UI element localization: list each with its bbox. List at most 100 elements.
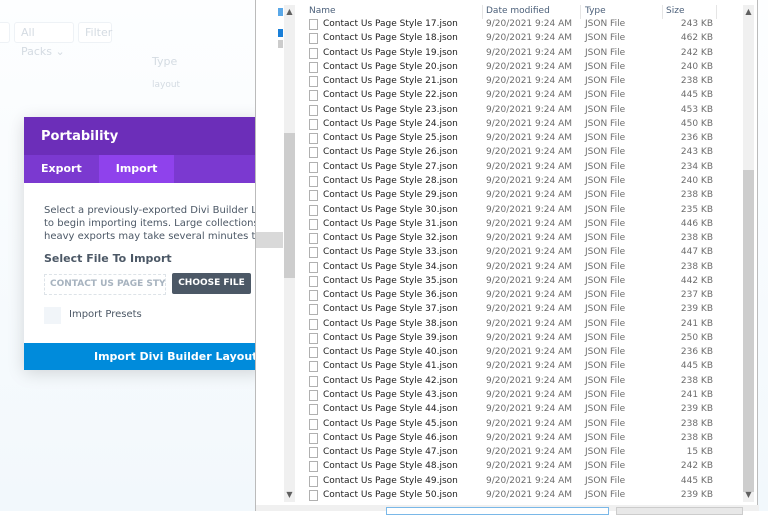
- file-row[interactable]: Contact Us Page Style 32.json 9/20/2021 9…: [296, 231, 743, 245]
- file-icon: [309, 175, 318, 187]
- file-row[interactable]: Contact Us Page Style 28.json 9/20/2021 9…: [296, 174, 743, 188]
- import-presets-label: Import Presets: [69, 309, 142, 320]
- file-row[interactable]: Contact Us Page Style 24.json 9/20/2021 9…: [296, 117, 743, 131]
- file-row[interactable]: Contact Us Page Style 34.json 9/20/2021 9…: [296, 260, 743, 274]
- file-icon: [309, 304, 318, 316]
- file-type: JSON File: [585, 233, 626, 244]
- file-list: Name ^ Date modified Type Size Contact U…: [296, 0, 743, 505]
- file-date: 9/20/2021 9:24 AM: [486, 247, 573, 258]
- file-type: JSON File: [585, 275, 626, 286]
- file-row[interactable]: Contact Us Page Style 44.json 9/20/2021 9…: [296, 402, 743, 416]
- file-row[interactable]: Contact Us Page Style 29.json 9/20/2021 9…: [296, 188, 743, 202]
- file-row[interactable]: Contact Us Page Style 50.json 9/20/2021 9…: [296, 488, 743, 502]
- file-row[interactable]: Contact Us Page Style 41.json 9/20/2021 9…: [296, 359, 743, 373]
- scroll-up-icon[interactable]: ▲: [743, 7, 754, 17]
- file-type: JSON File: [585, 475, 626, 486]
- file-row[interactable]: Contact Us Page Style 45.json 9/20/2021 9…: [296, 417, 743, 431]
- file-icon: [309, 418, 318, 430]
- file-row[interactable]: Contact Us Page Style 19.json 9/20/2021 9…: [296, 46, 743, 60]
- import-presets-checkbox[interactable]: [44, 307, 61, 324]
- file-name: Contact Us Page Style 24.json: [323, 118, 458, 129]
- file-type: JSON File: [585, 404, 626, 415]
- file-row[interactable]: Contact Us Page Style 43.json 9/20/2021 9…: [296, 388, 743, 402]
- network-icon: [278, 40, 283, 48]
- file-icon: [309, 190, 318, 202]
- file-name: Contact Us Page Style 26.json: [323, 147, 458, 158]
- file-row[interactable]: Contact Us Page Style 40.json 9/20/2021 9…: [296, 345, 743, 359]
- scroll-down-icon[interactable]: ▼: [284, 490, 295, 500]
- file-size: 237 KB: [680, 290, 713, 301]
- file-name: Contact Us Page Style 32.json: [323, 233, 458, 244]
- tab-import[interactable]: Import: [98, 155, 175, 183]
- file-icon: [309, 261, 318, 273]
- file-size: 446 KB: [680, 218, 713, 229]
- file-row[interactable]: Contact Us Page Style 30.json 9/20/2021 9…: [296, 203, 743, 217]
- file-row[interactable]: Contact Us Page Style 31.json 9/20/2021 9…: [296, 217, 743, 231]
- file-icon: [309, 404, 318, 416]
- file-date: 9/20/2021 9:24 AM: [486, 404, 573, 415]
- file-row[interactable]: Contact Us Page Style 27.json 9/20/2021 9…: [296, 160, 743, 174]
- file-row[interactable]: Contact Us Page Style 47.json 9/20/2021 9…: [296, 445, 743, 459]
- file-type-dropdown[interactable]: [616, 507, 743, 515]
- file-icon: [309, 332, 318, 344]
- file-date: 9/20/2021 9:24 AM: [486, 61, 573, 72]
- file-name: Contact Us Page Style 25.json: [323, 133, 458, 144]
- file-row[interactable]: Contact Us Page Style 22.json 9/20/2021 9…: [296, 88, 743, 102]
- file-name: Contact Us Page Style 45.json: [323, 418, 458, 429]
- file-list-scrollbar-thumb[interactable]: [743, 170, 754, 492]
- file-row[interactable]: Contact Us Page Style 48.json 9/20/2021 9…: [296, 459, 743, 473]
- file-size: 238 KB: [680, 418, 713, 429]
- file-row[interactable]: Contact Us Page Style 25.json 9/20/2021 9…: [296, 131, 743, 145]
- file-row[interactable]: Contact Us Page Style 33.json 9/20/2021 9…: [296, 245, 743, 259]
- file-date: 9/20/2021 9:24 AM: [486, 104, 573, 115]
- tab-export[interactable]: Export: [24, 155, 99, 183]
- file-row[interactable]: Contact Us Page Style 20.json 9/20/2021 9…: [296, 60, 743, 74]
- file-row[interactable]: Contact Us Page Style 36.json 9/20/2021 9…: [296, 288, 743, 302]
- file-type: JSON File: [585, 247, 626, 258]
- file-size: 243 KB: [680, 147, 713, 158]
- file-name-input[interactable]: [386, 507, 609, 515]
- file-name: Contact Us Page Style 41.json: [323, 361, 458, 372]
- file-row[interactable]: Contact Us Page Style 17.json 9/20/2021 9…: [296, 17, 743, 31]
- nav-scrollbar-thumb[interactable]: [284, 133, 295, 278]
- file-row[interactable]: Contact Us Page Style 21.json 9/20/2021 9…: [296, 74, 743, 88]
- file-row[interactable]: Contact Us Page Style 46.json 9/20/2021 9…: [296, 431, 743, 445]
- select-file-label: Select File To Import: [44, 252, 172, 265]
- choose-file-button[interactable]: CHOOSE FILE: [172, 273, 251, 294]
- file-row[interactable]: Contact Us Page Style 37.json 9/20/2021 9…: [296, 302, 743, 316]
- file-row[interactable]: Contact Us Page Style 49.json 9/20/2021 9…: [296, 474, 743, 488]
- nav-selected-item[interactable]: [256, 232, 283, 248]
- scroll-down-icon[interactable]: ▼: [743, 490, 754, 500]
- file-row[interactable]: Contact Us Page Style 26.json 9/20/2021 9…: [296, 145, 743, 159]
- file-row[interactable]: Contact Us Page Style 23.json 9/20/2021 9…: [296, 103, 743, 117]
- file-name: Contact Us Page Style 31.json: [323, 218, 458, 229]
- file-date: 9/20/2021 9:24 AM: [486, 118, 573, 129]
- file-name: Contact Us Page Style 17.json: [323, 19, 458, 29]
- file-type: JSON File: [585, 390, 626, 401]
- file-date: 9/20/2021 9:24 AM: [486, 290, 573, 301]
- file-row[interactable]: Contact Us Page Style 42.json 9/20/2021 9…: [296, 374, 743, 388]
- file-size: 242 KB: [680, 461, 713, 472]
- file-type: JSON File: [585, 461, 626, 472]
- file-list-scrollbar[interactable]: ▲ ▼: [743, 5, 754, 502]
- file-size: 445 KB: [680, 90, 713, 101]
- file-icon: [309, 447, 318, 459]
- file-name: Contact Us Page Style 47.json: [323, 447, 458, 458]
- file-row[interactable]: Contact Us Page Style 39.json 9/20/2021 9…: [296, 331, 743, 345]
- import-layouts-button[interactable]: Import Divi Builder Layouts: [24, 343, 264, 370]
- file-date: 9/20/2021 9:24 AM: [486, 461, 573, 472]
- file-size: 238 KB: [680, 76, 713, 87]
- file-date: 9/20/2021 9:24 AM: [486, 375, 573, 386]
- file-name: Contact Us Page Style 22.json: [323, 90, 458, 101]
- file-icon: [309, 90, 318, 102]
- file-input[interactable]: CONTACT US PAGE STYLE ...: [44, 274, 166, 295]
- file-row[interactable]: Contact Us Page Style 38.json 9/20/2021 9…: [296, 317, 743, 331]
- file-row[interactable]: Contact Us Page Style 18.json 9/20/2021 9…: [296, 31, 743, 45]
- file-date: 9/20/2021 9:24 AM: [486, 432, 573, 443]
- file-date: 9/20/2021 9:24 AM: [486, 275, 573, 286]
- nav-scrollbar[interactable]: ▲ ▼: [284, 5, 295, 502]
- file-type: JSON File: [585, 190, 626, 201]
- scroll-up-icon[interactable]: ▲: [284, 7, 295, 17]
- file-row[interactable]: Contact Us Page Style 35.json 9/20/2021 9…: [296, 274, 743, 288]
- file-type: JSON File: [585, 161, 626, 172]
